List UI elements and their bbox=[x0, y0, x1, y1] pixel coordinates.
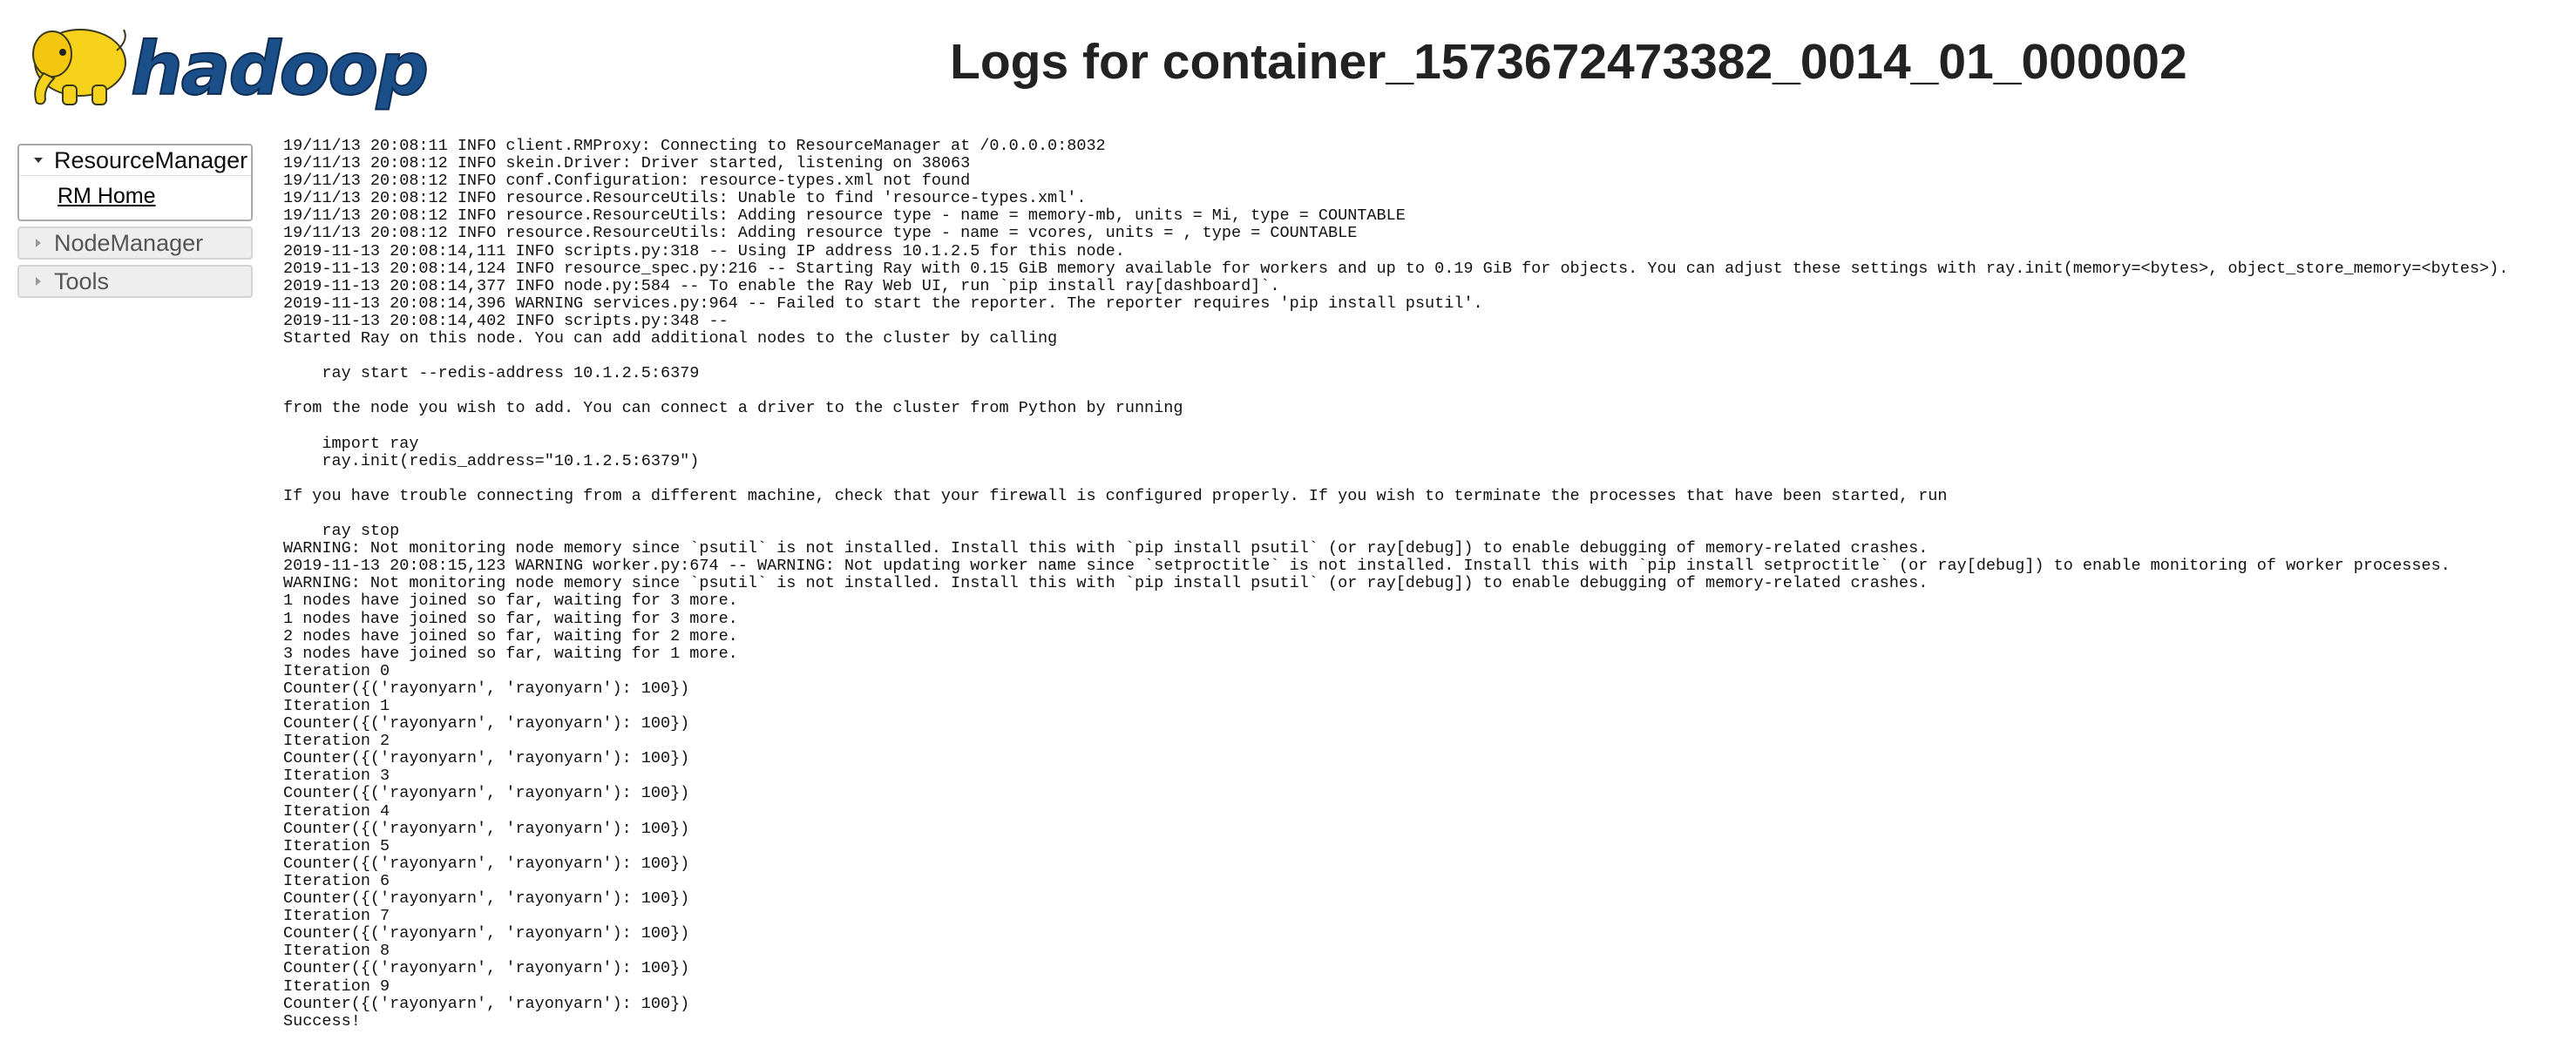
log-line: 19/11/13 20:08:12 INFO resource.Resource… bbox=[283, 206, 1406, 226]
log-line: Counter({('rayonyarn', 'rayonyarn'): 100… bbox=[283, 819, 690, 838]
nav-header-nodemanager[interactable]: NodeManager bbox=[17, 226, 253, 260]
log-line: Iteration 8 bbox=[283, 942, 390, 961]
log-line: 1 nodes have joined so far, waiting for … bbox=[283, 591, 738, 611]
log-line: 2019-11-13 20:08:14,124 INFO resource_sp… bbox=[283, 259, 2509, 278]
log-line: Counter({('rayonyarn', 'rayonyarn'): 100… bbox=[283, 959, 690, 978]
log-line: 19/11/13 20:08:12 INFO conf.Configuratio… bbox=[283, 172, 971, 191]
log-line: 19/11/13 20:08:12 INFO resource.Resource… bbox=[283, 224, 1358, 243]
log-line: 19/11/13 20:08:12 INFO resource.Resource… bbox=[283, 189, 1087, 208]
hadoop-logo[interactable]: hadoop bbox=[19, 9, 437, 113]
hadoop-elephant-icon: hadoop bbox=[32, 25, 430, 112]
log-line: Iteration 5 bbox=[283, 836, 390, 855]
page-title: Logs for container_1573672473382_0014_01… bbox=[950, 34, 2187, 90]
nav-section-nodemanager: NodeManager bbox=[17, 226, 253, 260]
header: hadoop Logs for container_1573672473382_… bbox=[0, 0, 2576, 131]
log-line: Iteration 0 bbox=[283, 661, 390, 680]
log-line: Counter({('rayonyarn', 'rayonyarn'): 100… bbox=[283, 784, 690, 803]
log-line: Success! bbox=[283, 1011, 361, 1031]
log-line: 19/11/13 20:08:11 INFO client.RMProxy: C… bbox=[283, 137, 1106, 155]
nav-header-resourcemanager[interactable]: ResourceManager bbox=[19, 145, 251, 176]
page: hadoop Logs for container_1573672473382_… bbox=[0, 0, 2576, 1061]
log-line: 2019-11-13 20:08:14,402 INFO scripts.py:… bbox=[283, 311, 729, 330]
log-line: Counter({('rayonyarn', 'rayonyarn'): 100… bbox=[283, 749, 690, 768]
triangle-right-icon bbox=[36, 239, 41, 247]
log-line: from the node you wish to add. You can c… bbox=[283, 399, 1183, 418]
log-line: Iteration 1 bbox=[283, 697, 390, 715]
log-line: ray start --redis-address 10.1.2.5:6379 bbox=[283, 364, 700, 383]
log-line: ray.init(redis_address="10.1.2.5:6379") bbox=[283, 451, 700, 470]
nav-items: RM Home bbox=[19, 176, 251, 220]
log-line: Iteration 7 bbox=[283, 907, 390, 926]
log-line: Counter({('rayonyarn', 'rayonyarn'): 100… bbox=[283, 889, 690, 909]
log-line: Iteration 2 bbox=[283, 732, 390, 751]
log-line: 19/11/13 20:08:12 INFO skein.Driver: Dri… bbox=[283, 154, 971, 173]
nav-section-tools: Tools bbox=[17, 265, 253, 298]
nav-header-label: ResourceManager bbox=[54, 147, 248, 173]
log-line: Started Ray on this node. You can add ad… bbox=[283, 329, 1058, 348]
log-line: ray stop bbox=[283, 522, 400, 541]
log-line: 1 nodes have joined so far, waiting for … bbox=[283, 609, 738, 628]
nav-header-tools[interactable]: Tools bbox=[17, 265, 253, 298]
log-line: 2019-11-13 20:08:15,123 WARNING worker.p… bbox=[283, 557, 2451, 576]
log-line: Counter({('rayonyarn', 'rayonyarn'): 100… bbox=[283, 994, 690, 1013]
log-line: Counter({('rayonyarn', 'rayonyarn'): 100… bbox=[283, 854, 690, 873]
nav-header-label: Tools bbox=[54, 268, 110, 294]
log-line: 2 nodes have joined so far, waiting for … bbox=[283, 626, 738, 645]
log-line: Counter({('rayonyarn', 'rayonyarn'): 100… bbox=[283, 714, 690, 733]
log-line: 2019-11-13 20:08:14,111 INFO scripts.py:… bbox=[283, 241, 1125, 260]
triangle-down-icon bbox=[34, 158, 43, 163]
log-line: WARNING: Not monitoring node memory sinc… bbox=[283, 574, 1929, 593]
log-line: WARNING: Not monitoring node memory sinc… bbox=[283, 539, 1929, 558]
log-line: Counter({('rayonyarn', 'rayonyarn'): 100… bbox=[283, 924, 690, 943]
container-log: 19/11/13 20:08:11 INFO client.RMProxy: C… bbox=[283, 137, 2549, 1031]
nav-link-rm-home[interactable]: RM Home bbox=[58, 181, 156, 211]
log-line: import ray bbox=[283, 434, 419, 453]
log-line: Iteration 9 bbox=[283, 977, 390, 996]
log-line: 2019-11-13 20:08:14,396 WARNING services… bbox=[283, 294, 1483, 313]
triangle-right-icon bbox=[36, 277, 41, 286]
log-line: 2019-11-13 20:08:14,377 INFO node.py:584… bbox=[283, 276, 1280, 295]
log-line: Iteration 3 bbox=[283, 767, 390, 786]
log-line: If you have trouble connecting from a di… bbox=[283, 486, 1948, 505]
nav-header-label: NodeManager bbox=[54, 230, 204, 256]
log-line: Iteration 6 bbox=[283, 871, 390, 890]
log-line: Counter({('rayonyarn', 'rayonyarn'): 100… bbox=[283, 679, 690, 698]
sidebar-nav: ResourceManager RM Home NodeManager Tool… bbox=[17, 144, 253, 303]
log-line: 3 nodes have joined so far, waiting for … bbox=[283, 644, 738, 663]
logo-wordmark: hadoop bbox=[131, 26, 427, 112]
log-line: Iteration 4 bbox=[283, 801, 390, 821]
nav-section-resourcemanager: ResourceManager RM Home bbox=[17, 144, 253, 221]
